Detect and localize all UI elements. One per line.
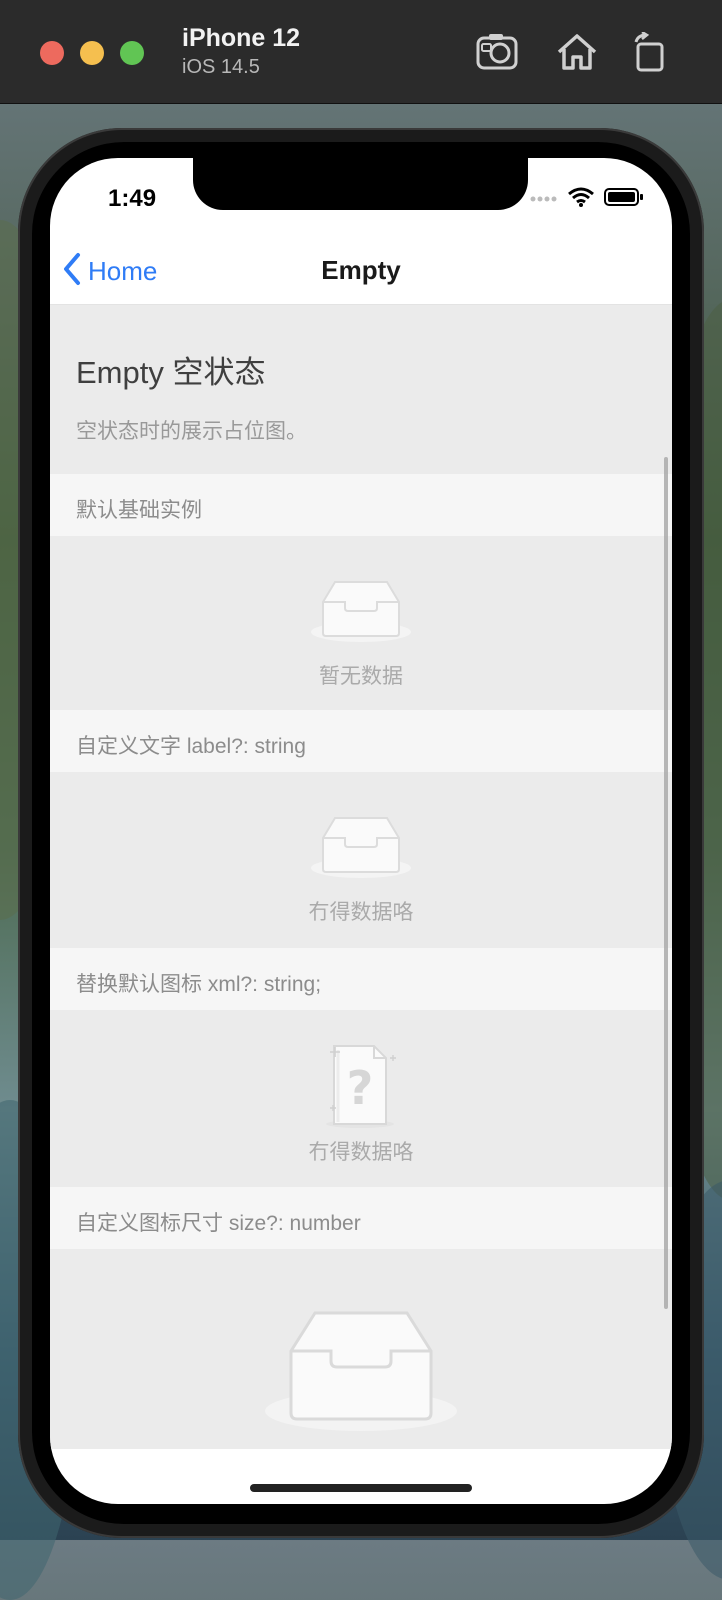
svg-text:?: ? (347, 1061, 374, 1115)
home-icon[interactable] (555, 32, 599, 72)
rotate-icon[interactable] (628, 30, 672, 72)
section-header: 自定义图标尺寸 size?: number (50, 1187, 672, 1249)
empty-label: 冇得数据咯 (308, 1141, 414, 1164)
battery-icon (604, 187, 644, 212)
status-icons (530, 187, 644, 212)
section-header: 默认基础实例 (50, 474, 672, 536)
device-name: iPhone 12 (182, 24, 301, 52)
section-header-label: 默认基础实例 (76, 499, 202, 522)
empty-demo-custom-label: 冇得数据咯 (50, 772, 672, 948)
minimize-window-button[interactable] (80, 41, 104, 65)
inbox-tray-icon (309, 578, 413, 649)
signal-dots-icon (530, 190, 558, 208)
vertical-scrollbar[interactable] (664, 457, 668, 1309)
empty-demo-default: 暂无数据 (50, 536, 672, 710)
page-intro: Empty 空状态 空状态时的展示占位图。 (50, 305, 672, 474)
zoom-window-button[interactable] (120, 41, 144, 65)
navigation-bar: Home Empty (50, 236, 672, 305)
device-notch (193, 158, 528, 210)
page-description: 空状态时的展示占位图。 (76, 420, 307, 443)
scroll-content[interactable]: Empty 空状态 空状态时的展示占位图。 默认基础实例 暂无数据 自定义文字 … (50, 305, 672, 1453)
page-title: Empty 空状态 (76, 355, 266, 390)
wifi-icon (568, 187, 594, 212)
question-document-icon: ? (316, 1038, 406, 1135)
home-indicator[interactable] (250, 1484, 472, 1492)
section-header-label: 替换默认图标 xml?: string; (76, 973, 322, 996)
os-version: iOS 14.5 (182, 56, 260, 78)
empty-label: 冇得数据咯 (308, 901, 414, 924)
status-time: 1:49 (108, 185, 157, 212)
section-header: 自定义文字 label?: string (50, 710, 672, 772)
empty-label: 暂无数据 (319, 665, 403, 688)
empty-demo-custom-icon: ? 冇得数据咯 (50, 1010, 672, 1187)
empty-demo-custom-size (50, 1249, 672, 1449)
close-window-button[interactable] (40, 41, 64, 65)
section-header: 替换默认图标 xml?: string; (50, 948, 672, 1010)
phone-screen: 1:49 Home Empty Empty 空状态 空状态时的展示占位图。 默认… (50, 158, 672, 1504)
inbox-tray-icon (309, 814, 413, 885)
inbox-tray-icon-large (263, 1309, 459, 1438)
nav-title: Empty (321, 255, 401, 285)
screenshot-icon[interactable] (476, 32, 520, 72)
simulator-title-bar: iPhone 12 iOS 14.5 (0, 0, 722, 104)
section-header-label: 自定义文字 label?: string (76, 735, 306, 758)
section-header-label: 自定义图标尺寸 size?: number (76, 1212, 361, 1235)
